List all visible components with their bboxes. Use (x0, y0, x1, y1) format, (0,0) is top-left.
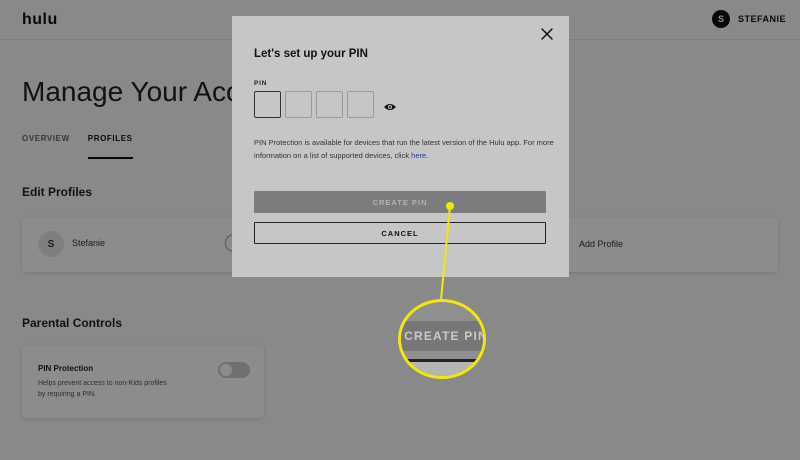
callout-pointer (446, 202, 454, 210)
magnifier-callout: CREATE PIN (398, 299, 486, 379)
callout-line (440, 205, 451, 301)
magnified-create-pin: CREATE PIN (401, 321, 483, 351)
